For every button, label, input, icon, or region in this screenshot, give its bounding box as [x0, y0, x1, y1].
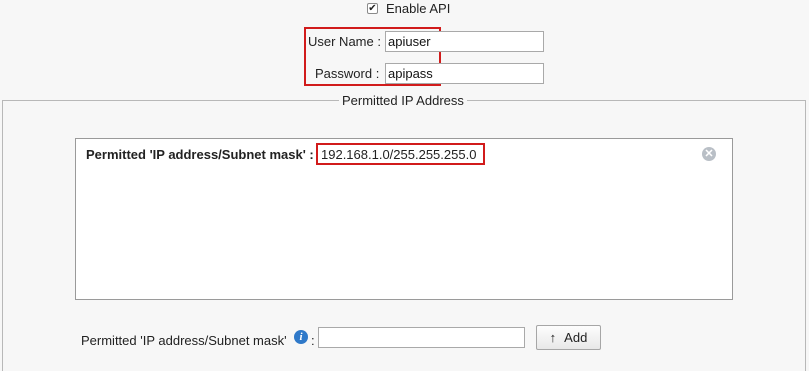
username-label: User Name : — [308, 34, 381, 49]
add-button[interactable]: ↑ Add — [536, 325, 601, 350]
permitted-ip-legend: Permitted IP Address — [339, 93, 467, 108]
remove-circle-x-icon[interactable]: ✕ — [702, 147, 716, 161]
permitted-entry-label: Permitted 'IP address/Subnet mask' : — [86, 147, 314, 162]
password-field[interactable] — [385, 63, 544, 84]
info-icon[interactable]: i — [294, 330, 308, 344]
entry-highlight-box — [316, 143, 485, 165]
up-arrow-icon: ↑ — [549, 330, 557, 345]
add-ip-label: Permitted 'IP address/Subnet mask' — [81, 333, 287, 348]
add-ip-colon: : — [311, 333, 315, 348]
enable-api-checkbox[interactable]: ✔ — [367, 3, 378, 14]
username-field[interactable] — [385, 31, 544, 52]
add-button-label: Add — [564, 330, 588, 345]
password-label: Password : — [315, 66, 380, 81]
add-ip-input[interactable] — [318, 327, 525, 348]
enable-api-label: Enable API — [386, 1, 451, 16]
